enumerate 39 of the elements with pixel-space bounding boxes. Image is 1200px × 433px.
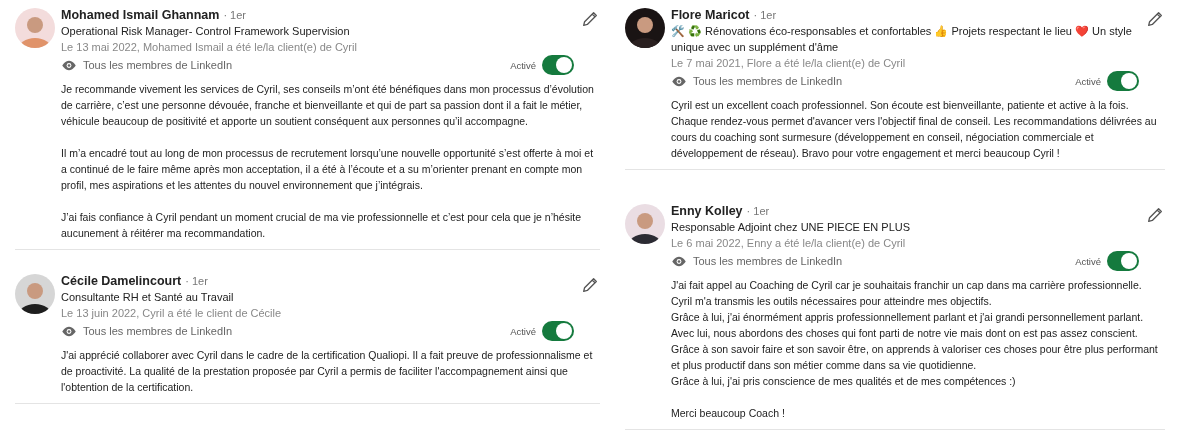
eye-icon: [671, 255, 687, 267]
recommendation-text: Il m’a encadré tout au long de mon processus de recrutement lorsqu’une nouvelle opportunité s’est offerte à moi et a continué de le faire même après mon acceptation, il a été à l’écoute et a su m’orienter prenant en compte mon profil, mes aspirations et les attentes du nouvel environnement que j’intégrais.: [61, 146, 595, 193]
toggle-label: Activé: [510, 325, 536, 337]
toggle-label: Activé: [1075, 75, 1101, 87]
eye-icon: [61, 59, 77, 71]
eye-icon: [671, 75, 687, 87]
person-headline: Operational Risk Manager- Control Framework Supervision: [61, 24, 351, 39]
recommendation-date: Le 6 mai 2022, Enny a été le/la client(e) de Cyril: [671, 236, 907, 251]
visibility-toggle[interactable]: [1107, 251, 1139, 271]
person-headline: 🛠 ♻ Rénovations éco-responsables et confortables 👍 Projets respectant le lieu ❤ Un style unique avec un supplément d'âme: [671, 24, 1133, 55]
visibility-label: Tous les membres de LinkedIn: [83, 325, 233, 337]
connection-degree: · 1er: [753, 9, 777, 21]
recommendation-text: J'ai fait appel au Coaching de Cyril car je souhaitais franchir un cap dans ma carrière professionnelle. Cyril m'a transmis les outils nécessaires pour atteindre mes objectifs. Grâce à lui, j'ai énormément appris professionnellement parlant et j'ai grandi personnellement parlant. Avec lui, nous abordons des choses qui font parti de notre vie mais dont on est pas assez conscient. Grâce à son savoir faire et son savoir être, on apprends à valoriser ces choses pour être plus performant et plus productif dans son métier comme dans sa vie quotidienne. Grâce à lui, j'ai pris conscience de mes qualités et de mes compétences :): [671, 278, 1159, 389]
recommendation-date: Le 13 mai 2022, Mohamed Ismail a été le/la client(e) de Cyril: [61, 40, 358, 55]
person-name[interactable]: Flore Maricot: [671, 8, 750, 22]
recommendation-date: Le 13 juin 2022, Cyril a été le client de Cécile: [61, 306, 283, 321]
connection-degree: · 1er: [223, 9, 246, 21]
toggle-label: Activé: [1075, 255, 1101, 267]
toggle-label: Activé: [510, 59, 536, 71]
visibility-toggle[interactable]: [542, 321, 574, 341]
visibility-label: Tous les membres de LinkedIn: [693, 255, 843, 267]
visibility-label: Tous les membres de LinkedIn: [83, 59, 233, 71]
connection-degree: · 1er: [746, 205, 770, 217]
visibility-toggle[interactable]: [1107, 71, 1139, 91]
eye-icon: [61, 325, 77, 337]
recommendation-text: Cyril est un excellent coach professionnel. Son écoute est bienveillante, patiente et active à la fois. Chaque rendez-vous permet d'avancer vers l'objectif final de conseil. Les recommandations délivrées au cours du coaching sont surmesure (développement en conseil, négociation commerciale et développement de réseau). Bravo pour votre engagement et merci beaucoup Cyril !: [671, 98, 1158, 161]
recommendation-text: J’ai fais confiance à Cyril pendant un moment crucial de ma vie professionnelle et c’est pour cela que je n’hésite aucunement à réitérer ma recommandation.: [61, 210, 583, 241]
recommendation-text: J'ai apprécié collaborer avec Cyril dans le cadre de la certification Qualiopi. Il a fait preuve de professionnalisme et de proactivité. La qualité de la prestation proposée par Cyril a permis de faciliter l'accompagnement ainsi que l'obtention de la certification.: [61, 348, 594, 395]
visibility-label: Tous les membres de LinkedIn: [693, 75, 843, 87]
person-name[interactable]: Cécile Damelincourt: [61, 274, 182, 288]
recommendation-date: Le 7 mai 2021, Flore a été le/la client(e) de Cyril: [671, 56, 907, 71]
person-name[interactable]: Mohamed Ismail Ghannam: [61, 8, 220, 22]
connection-degree: · 1er: [185, 275, 208, 287]
person-headline: Responsable Adjoint chez UNE PIECE EN PLUS: [671, 220, 912, 235]
person-headline: Consultante RH et Santé au Travail: [61, 290, 235, 305]
visibility-toggle[interactable]: [542, 55, 574, 75]
person-name[interactable]: Enny Kolley: [671, 204, 743, 218]
recommendation-text: Merci beaucoup Coach !: [671, 406, 786, 421]
recommendation-text: Je recommande vivement les services de Cyril, ses conseils m’ont été bénéfiques dans mon processus d’évolution de carrière, c’est une personne dévouée, franche et bienveillante et qui de part sa passion dont il a fait le métier, véhicule beaucoup de positivité et apporte un soutient conséquent aux personnes qu’il accompagne.: [61, 82, 595, 129]
